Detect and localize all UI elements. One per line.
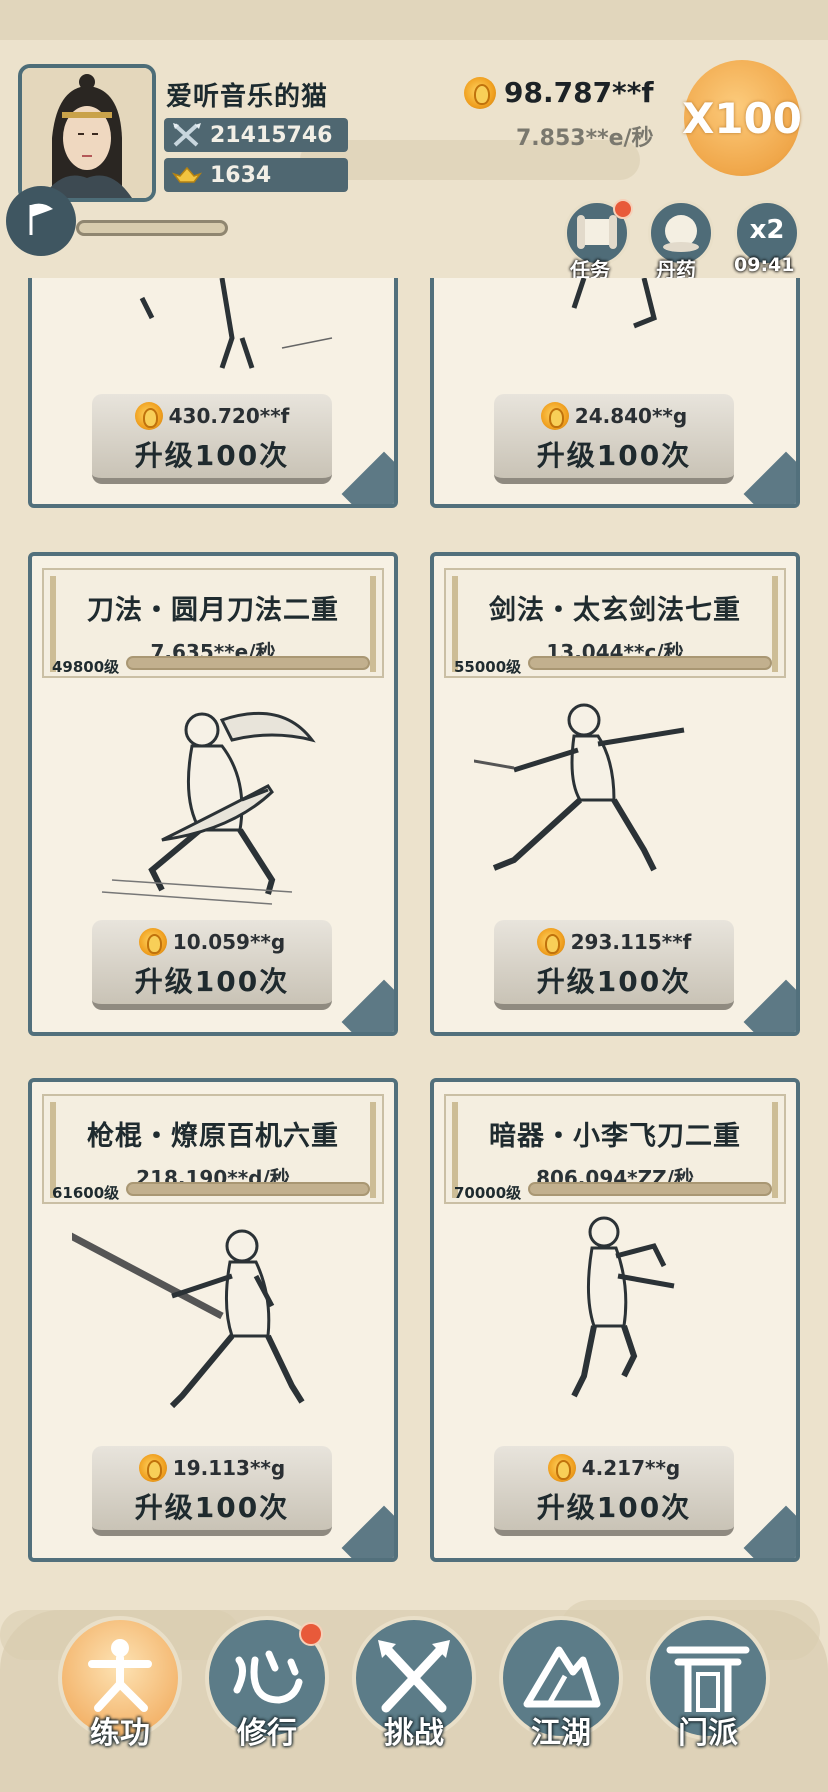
currency-amount: 98.787**f xyxy=(504,76,654,109)
martial-artist-figure xyxy=(571,278,657,329)
upgrade-cost: 24.840**g xyxy=(574,404,688,428)
sword-fighter-figure xyxy=(474,703,685,872)
skill-name: 枪棍・燎原百机六重 xyxy=(87,1121,339,1152)
upgrade-button[interactable]: 4.217**g 升级100次 xyxy=(494,1446,734,1536)
coin-icon xyxy=(138,1454,167,1482)
upgrade-button[interactable]: 293.115**f 升级100次 xyxy=(494,920,734,1010)
upgrade-cost: 430.720**f xyxy=(168,404,290,428)
coin-icon xyxy=(138,928,167,956)
upgrade-cost: 4.217**g xyxy=(581,1456,681,1480)
page-fold xyxy=(341,979,394,1032)
skill-card-saber: 刀法・圆月刀法二重 7.635**e/秒 49800级 10.059**g 升级… xyxy=(28,552,398,1036)
upgrade-button[interactable]: 24.840**g 升级100次 xyxy=(494,394,734,484)
flag-icon xyxy=(21,199,61,243)
nav-label: 门派 xyxy=(678,1716,738,1751)
page-fold xyxy=(743,451,796,504)
coin-icon xyxy=(536,928,565,956)
martial-artist-figure xyxy=(139,278,333,369)
gold-ingot-value: 1634 xyxy=(210,162,272,188)
gold-ingot-stat: 1634 xyxy=(164,158,348,192)
upgrade-cost: 293.115**f xyxy=(570,930,692,954)
page-fold xyxy=(743,1505,796,1558)
upgrade-label: 升级100次 xyxy=(536,965,692,998)
nav-label: 修行 xyxy=(237,1716,297,1751)
skill-name: 剑法・太玄剑法七重 xyxy=(489,595,741,626)
player-avatar[interactable] xyxy=(18,64,156,202)
skill-level: 55000级 xyxy=(454,658,522,676)
skill-level-bar xyxy=(126,656,370,670)
skill-card-sword: 剑法・太玄剑法七重 13.044**c/秒 55000级 293.115**f … xyxy=(430,552,800,1036)
coin-icon xyxy=(547,1454,576,1482)
double-speed-label: x2 xyxy=(749,215,785,245)
skill-level-bar xyxy=(528,1182,772,1196)
page-fold xyxy=(341,451,394,504)
bottom-navigation: 练功 修行 挑战 江湖 门派 xyxy=(0,1590,828,1792)
coin-icon xyxy=(134,402,163,430)
skill-level-bar xyxy=(528,656,772,670)
gold-ingot-icon xyxy=(171,162,203,188)
multiplier-button[interactable]: X100 xyxy=(682,60,802,176)
upgrade-label: 升级100次 xyxy=(134,965,290,998)
upgrade-label: 升级100次 xyxy=(536,1491,692,1524)
nav-label: 练功 xyxy=(90,1716,150,1751)
power-stat: 21415746 xyxy=(164,118,348,152)
dagger-thrower-figure xyxy=(571,1216,675,1398)
upgrade-cost: 19.113**g xyxy=(172,1456,286,1480)
upgrade-label: 升级100次 xyxy=(134,1491,290,1524)
page-fold xyxy=(341,1505,394,1558)
upgrade-label: 升级100次 xyxy=(134,439,290,472)
nav-label: 挑战 xyxy=(384,1716,444,1751)
skill-name: 暗器・小李飞刀二重 xyxy=(489,1121,741,1152)
task-notification-dot xyxy=(613,199,633,219)
currency-rate: 7.853**e/秒 xyxy=(516,126,654,151)
skill-name: 刀法・圆月刀法二重 xyxy=(87,595,339,626)
upgrade-button[interactable]: 19.113**g 升级100次 xyxy=(92,1446,332,1536)
coin-icon xyxy=(540,402,569,430)
skill-level-bar xyxy=(126,1182,370,1196)
skill-card-partial: 24.840**g 升级100次 xyxy=(430,278,800,508)
upgrade-label: 升级100次 xyxy=(536,439,692,472)
upgrade-button[interactable]: 430.720**f 升级100次 xyxy=(92,394,332,484)
cultivation-notification-dot xyxy=(299,1622,323,1646)
upgrade-button[interactable]: 10.059**g 升级100次 xyxy=(92,920,332,1010)
skill-level: 61600级 xyxy=(52,1184,120,1202)
skill-card-spear: 枪棍・燎原百机六重 218.190**d/秒 61600级 19.113**g … xyxy=(28,1078,398,1562)
skill-card-partial: 430.720**f 升级100次 xyxy=(28,278,398,508)
saber-fighter-figure xyxy=(101,711,316,905)
coin-icon xyxy=(464,76,496,109)
spear-fighter-figure xyxy=(72,1229,305,1409)
power-value: 21415746 xyxy=(210,122,333,148)
skill-card-hidden-weapon: 暗器・小李飞刀二重 806.094*ZZ/秒 70000级 4.217**g 升… xyxy=(430,1078,800,1562)
player-progress-bar xyxy=(76,220,228,236)
player-name: 爱听音乐的猫 xyxy=(166,82,329,112)
flag-button[interactable] xyxy=(6,186,76,256)
skill-level: 70000级 xyxy=(454,1184,522,1202)
crossed-swords-icon xyxy=(172,122,202,148)
double-speed-timer: 09:41 xyxy=(734,254,795,276)
currency-display: 98.787**f xyxy=(464,76,654,109)
player-header: 爱听音乐的猫 21415746 1634 98.787**f 7.853**e/… xyxy=(0,0,828,282)
skill-level: 49800级 xyxy=(52,658,120,676)
upgrade-cost: 10.059**g xyxy=(172,930,286,954)
page-fold xyxy=(743,979,796,1032)
nav-label: 江湖 xyxy=(531,1716,591,1751)
